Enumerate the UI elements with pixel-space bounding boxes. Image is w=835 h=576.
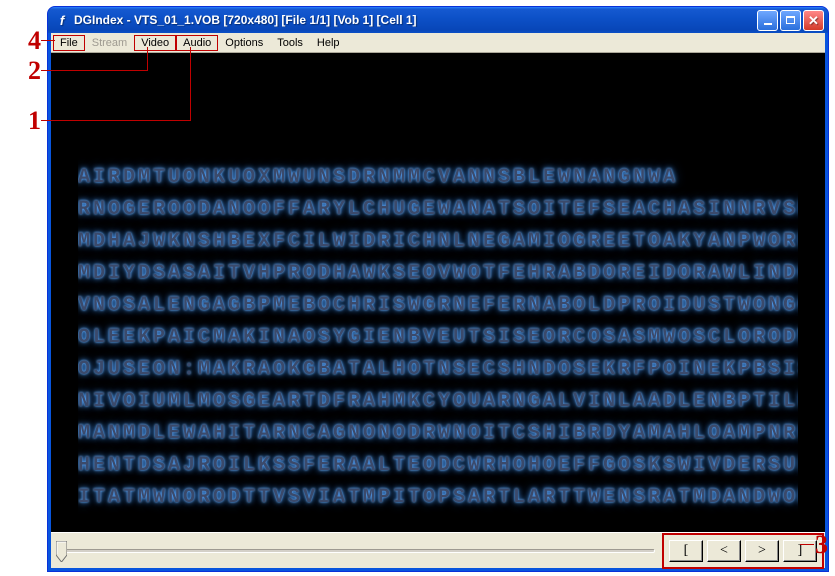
transport-bar: [ < > ] [51,532,825,568]
video-frame: AIRDMTUONKUOXMWUNSDRNMMCVANNSBLEWNANGNWA… [78,63,798,523]
credits-line: MDHAJWKNSHBEXFCILWIDRICHNLNEGAMIOGREETOA… [78,226,798,258]
credits-line: OLEEKPAICMAKINAOSYGIENBVEUTSISEORCOSASMW… [78,322,798,354]
menu-options[interactable]: Options [218,35,270,51]
menu-help[interactable]: Help [310,35,347,51]
mark-out-button[interactable]: ] [783,540,817,562]
close-button[interactable]: ✕ [803,10,824,31]
video-preview: AIRDMTUONKUOXMWUNSDRNMMCVANNSBLEWNANGNWA… [51,53,825,532]
credits-line: ITATMWNORODTTVSVIATMPITOPSARTLARTTWENSRA… [78,482,798,514]
seek-slider[interactable] [57,549,655,553]
credits-line: OJUSEON:MAKRAOKGBATALHOTNSECSHNDOSEKRFPO… [78,354,798,386]
credits-line: AIRDMTUONKUOXMWUNSDRNMMCVANNSBLEWNANGNWA [78,162,798,194]
menu-audio[interactable]: Audio [176,35,218,51]
window-title: DGIndex - VTS_01_1.VOB [720x480] [File 1… [74,13,757,27]
menu-file[interactable]: File [53,35,85,51]
annotation-1: 1 [28,106,41,136]
client-area: File Stream Video Audio Options Tools He… [51,33,825,568]
menu-stream: Stream [85,35,134,51]
annotation-4: 4 [28,26,41,56]
credits-line: MDIYDSASAITVHPRODHAWKSEOVWOTFEHRABDOREID… [78,258,798,290]
titlebar[interactable]: f DGIndex - VTS_01_1.VOB [720x480] [File… [48,7,828,33]
close-icon: ✕ [808,14,819,27]
minimize-button[interactable] [757,10,778,31]
minimize-icon [764,23,772,25]
step-forward-button[interactable]: > [745,540,779,562]
maximize-button[interactable] [780,10,801,31]
credits-line: VNOSALENGAGBPMEBOCHRISWGRNEFERNABOLDPROI… [78,290,798,322]
maximize-icon [786,16,795,24]
menu-video[interactable]: Video [134,35,176,51]
step-back-button[interactable]: < [707,540,741,562]
nav-button-group: [ < > ] [667,538,819,564]
menubar: File Stream Video Audio Options Tools He… [51,33,825,53]
credits-line: MANMDLEWAHITARNCAGNONODRWNOITCSHIBRDYAMA… [78,418,798,450]
app-window: f DGIndex - VTS_01_1.VOB [720x480] [File… [47,6,829,572]
annotation-3: 3 [815,530,828,560]
mark-in-button[interactable]: [ [669,540,703,562]
annotation-2: 2 [28,56,41,86]
app-icon: f [54,12,70,28]
credits-line: NIVOIUMLMOSGEARTDFRAHMKCYOUARNGALVINLAAD… [78,386,798,418]
credits-line: HENTDSAJROILKSSFERAALTEODCWRHOHOEFFGOSKS… [78,450,798,482]
slider-thumb-icon [56,541,67,562]
menu-tools[interactable]: Tools [270,35,310,51]
credits-line: RNOGEROODANOOFFARYLCHUGEWANATSOITEFSEACH… [78,194,798,226]
